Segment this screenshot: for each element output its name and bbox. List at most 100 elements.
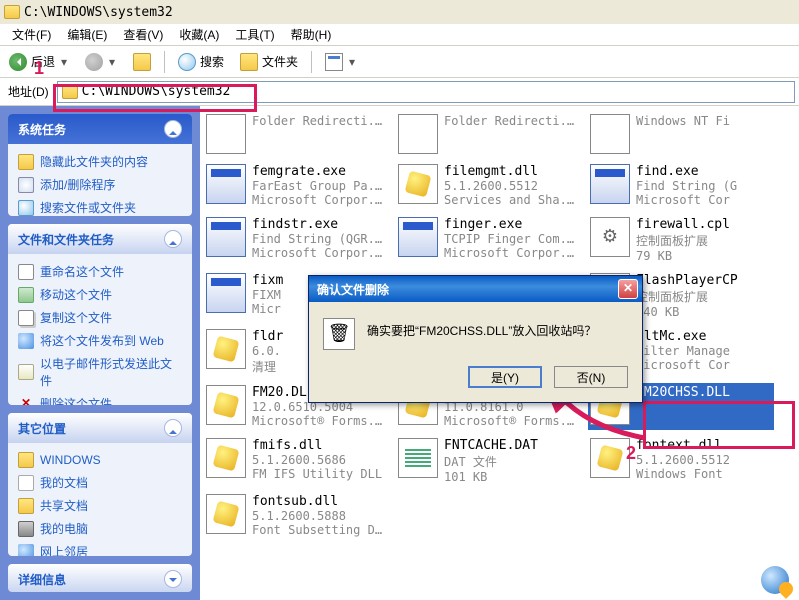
file-item[interactable]: Windows NT Fi [588,112,774,156]
confirm-delete-dialog: 确认文件删除 ✕ 确实要把“FM20CHSS.DLL”放入回收站吗？ 是(Y) … [308,275,643,403]
task-add-remove[interactable]: 添加/删除程序 [16,173,184,196]
file-item[interactable]: firewall.cpl控制面板扩展79 KB [588,215,774,265]
views-button[interactable]: ▾ [320,50,362,74]
file-item[interactable]: Folder Redirecti... [396,112,582,156]
dat-icon [398,438,438,478]
file-item[interactable]: findstr.exeFind String (QGR...Microsoft … [204,215,390,265]
no-button[interactable]: 否(N) [554,366,628,388]
file-item[interactable]: fontext.dll5.1.2600.5512Windows Font [588,436,774,486]
task-hide-contents[interactable]: 隐藏此文件夹的内容 [16,150,184,173]
menu-view[interactable]: 查看(V) [117,24,169,45]
menu-favorites[interactable]: 收藏(A) [173,24,225,45]
address-bar: 地址(D) C:\WINDOWS\system32 [0,78,799,106]
yes-button[interactable]: 是(Y) [468,366,542,388]
file-info: findstr.exeFind String (QGR...Microsoft … [252,217,388,263]
app-icon [206,164,246,204]
file-detail: Font Subsetting DLL [252,523,388,537]
chevron-up-icon [164,230,182,248]
search-button[interactable]: 搜索 [173,50,229,74]
task-publish-web[interactable]: 将这个文件发布到 Web [16,329,184,352]
back-icon [9,53,27,71]
menu-edit[interactable]: 编辑(E) [61,24,113,45]
up-button[interactable] [128,50,156,74]
file-info: Folder Redirecti... [444,114,580,154]
place-mydocs[interactable]: 我的文档 [16,471,184,494]
file-info: fontext.dll5.1.2600.5512Windows Font [636,438,772,484]
file-info: firewall.cpl控制面板扩展79 KB [636,217,772,263]
shared-folder-icon [18,498,34,514]
file-detail: Microsoft Corpor... [252,246,388,260]
file-item[interactable]: FNTCACHE.DATDAT 文件101 KB [396,436,582,486]
file-info: find.exeFind String (GMicrosoft Cor [636,164,772,207]
close-button[interactable]: ✕ [618,279,638,299]
panel-header-details[interactable]: 详细信息 [8,564,192,592]
file-info: FM20CHSS.DLL [636,385,772,428]
panel-header-other[interactable]: 其它位置 [8,413,192,443]
task-rename[interactable]: 重命名这个文件 [16,260,184,283]
task-email[interactable]: 以电子邮件形式发送此文件 [16,352,184,392]
file-name: finger.exe [444,217,580,232]
forward-button[interactable]: ▾ [80,50,122,74]
file-item[interactable]: Folder Redirecti... [204,112,390,156]
folder-icon [4,5,20,19]
file-detail: FarEast Group Pa... [252,179,388,193]
other-places-panel: 其它位置 WINDOWS 我的文档 共享文档 我的电脑 网上邻居 [8,413,192,556]
place-windows[interactable]: WINDOWS [16,449,184,471]
task-delete[interactable]: ✕删除这个文件 [16,392,184,405]
file-item[interactable]: filemgmt.dll5.1.2600.5512Services and Sh… [396,162,582,209]
file-item[interactable]: find.exeFind String (GMicrosoft Cor [588,162,774,209]
menu-help[interactable]: 帮助(H) [285,24,338,45]
file-item[interactable]: femgrate.exeFarEast Group Pa...Microsoft… [204,162,390,209]
file-detail: 控制面板扩展 [636,288,772,305]
file-item[interactable]: fontsub.dll5.1.2600.5888Font Subsetting … [204,492,390,539]
folder-icon [18,154,34,170]
file-info: fontsub.dll5.1.2600.5888Font Subsetting … [252,494,388,537]
task-copy[interactable]: 复制这个文件 [16,306,184,329]
file-detail: Windows Font [636,467,772,481]
chevron-up-icon [164,419,182,437]
file-info: Folder Redirecti... [252,114,388,154]
file-detail: 5.1.2600.5512 [636,453,772,467]
file-row: Folder Redirecti...Folder Redirecti...Wi… [204,112,795,156]
separator [311,51,312,73]
title-bar: C:\WINDOWS\system32 [0,0,799,24]
menu-bar: 文件(F) 编辑(E) 查看(V) 收藏(A) 工具(T) 帮助(H) [0,24,799,46]
task-move[interactable]: 移动这个文件 [16,283,184,306]
add-remove-icon [18,177,34,193]
chevron-down-icon: ▾ [347,55,357,69]
chevron-up-icon [164,120,182,138]
system-tasks-panel: 系统任务 隐藏此文件夹的内容 添加/删除程序 搜索文件或文件夹 [8,114,192,216]
file-info: FNTCACHE.DATDAT 文件101 KB [444,438,580,484]
panel-list: 隐藏此文件夹的内容 添加/删除程序 搜索文件或文件夹 [8,144,192,216]
file-item[interactable]: finger.exeTCPIP Finger Com...Microsoft C… [396,215,582,265]
place-shared[interactable]: 共享文档 [16,494,184,517]
task-search[interactable]: 搜索文件或文件夹 [16,196,184,216]
app-icon [590,164,630,204]
dialog-titlebar[interactable]: 确认文件删除 ✕ [309,276,642,302]
chevron-down-icon: ▾ [107,55,117,69]
place-mycomputer[interactable]: 我的电脑 [16,517,184,540]
panel-title: 文件和文件夹任务 [18,231,114,248]
file-info: FlashPlayerCP控制面板扩展140 KB [636,273,772,319]
address-field[interactable]: C:\WINDOWS\system32 [57,81,795,103]
menu-tools[interactable]: 工具(T) [229,24,280,45]
folders-button[interactable]: 文件夹 [235,50,303,74]
dll-icon [206,385,246,425]
dialog-title: 确认文件删除 [317,281,389,298]
search-icon [178,53,196,71]
file-tasks-panel: 文件和文件夹任务 重命名这个文件 移动这个文件 复制这个文件 将这个文件发布到 … [8,224,192,405]
address-label: 地址(D) [4,83,53,100]
annotation-badge-1: 1 [34,58,44,79]
document-icon [18,475,34,491]
file-detail: 101 KB [444,470,580,484]
file-detail: TCPIP Finger Com... [444,232,580,246]
window-title: C:\WINDOWS\system32 [24,5,173,20]
panel-header-file[interactable]: 文件和文件夹任务 [8,224,192,254]
app-icon [206,273,246,313]
panel-header-system[interactable]: 系统任务 [8,114,192,144]
file-name: femgrate.exe [252,164,388,179]
place-network[interactable]: 网上邻居 [16,540,184,556]
file-detail: 5.1.2600.5686 [252,453,388,467]
menu-file[interactable]: 文件(F) [6,24,57,45]
file-item[interactable]: fmifs.dll5.1.2600.5686FM IFS Utility DLL [204,436,390,486]
